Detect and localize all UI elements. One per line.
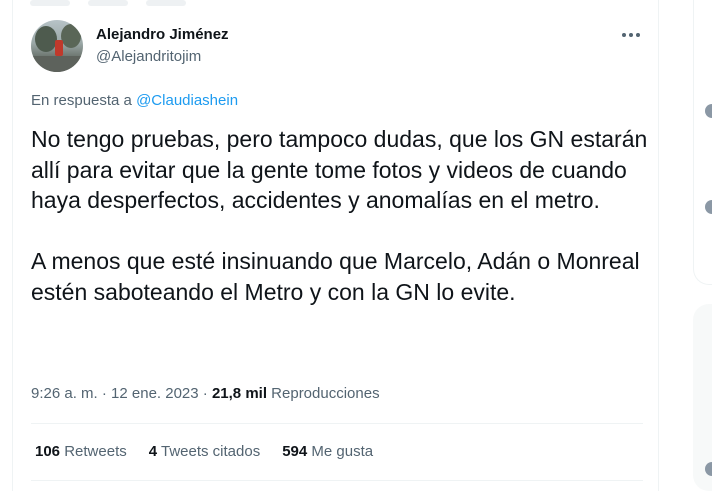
- reply-context: En respuesta a @Claudiashein: [31, 92, 238, 109]
- retweets-label: Retweets: [64, 443, 127, 460]
- views-count: 21,8 mil: [211, 385, 267, 402]
- quotes-label: Tweets citados: [160, 443, 261, 460]
- reply-prefix: En respuesta a: [31, 92, 132, 109]
- likes-label: Me gusta: [311, 443, 374, 460]
- quotes-count: 4: [148, 443, 158, 460]
- sidebar-avatar-edge: [705, 462, 712, 476]
- tweet-meta: 9:26 a. m. · 12 ene. 2023 · 21,8 mil Rep…: [31, 385, 380, 402]
- author-name[interactable]: Alejandro Jiménez: [96, 26, 229, 43]
- retweets-count: 106: [35, 443, 61, 460]
- views-label: Reproducciones: [271, 385, 380, 402]
- quotes-stat[interactable]: 4 Tweets citados: [149, 443, 260, 460]
- tweet-text: No tengo pruebas, pero tampoco dudas, qu…: [31, 126, 648, 305]
- likes-count: 594: [282, 443, 308, 460]
- likes-stat[interactable]: 594 Me gusta: [282, 443, 373, 460]
- tweet-stats: 106 Retweets 4 Tweets citados 594 Me gus…: [35, 443, 373, 460]
- retweets-stat[interactable]: 106 Retweets: [35, 443, 127, 460]
- divider: [31, 480, 643, 481]
- sidebar-avatar-edge: [705, 104, 712, 118]
- tweet-timestamp[interactable]: 9:26 a. m. · 12 ene. 2023 ·: [31, 385, 208, 402]
- avatar[interactable]: [31, 20, 83, 72]
- author-handle[interactable]: @Alejandritojim: [96, 48, 201, 65]
- reply-to-link[interactable]: @Claudiashein: [136, 92, 238, 109]
- sidebar-avatar-edge: [705, 200, 712, 214]
- more-icon[interactable]: [616, 24, 646, 46]
- timeline-left-border: [12, 0, 13, 491]
- sidebar-card: [693, 0, 712, 285]
- previous-content-edge: [0, 0, 660, 10]
- timeline-right-border: [658, 0, 659, 491]
- divider: [31, 423, 643, 424]
